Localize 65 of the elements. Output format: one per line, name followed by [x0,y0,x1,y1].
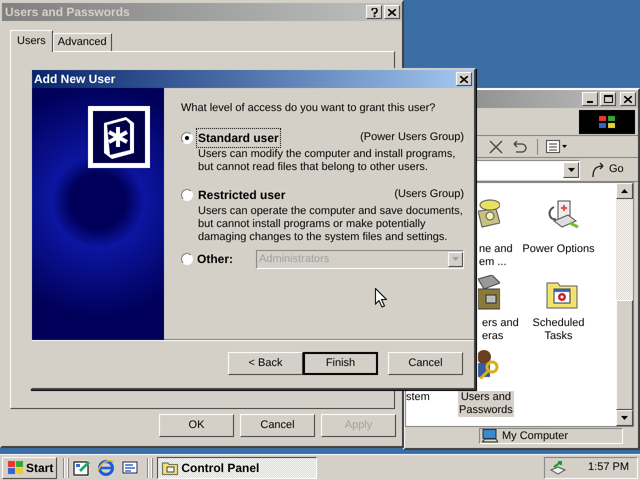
up-arrow-icon [621,189,628,193]
item-label[interactable]: ers and eras [481,317,520,343]
window-title: Users and Passwords [5,4,130,21]
status-text: My Computer [502,428,568,444]
option-description: Users can operate the computer and save documents, but cannot install programs or make potentially damaging changes to the system files and settings. [198,204,463,244]
dropdown-arrow-icon [568,168,574,172]
scanner-icon[interactable] [478,275,500,311]
item-label[interactable]: stem [405,391,431,404]
wizard-button[interactable]: Finish [303,352,378,375]
dialog-button[interactable]: OK [159,414,234,437]
key-icon [88,106,150,168]
scroll-down-button[interactable] [616,410,633,426]
item-label[interactable]: Users and Passwords [458,391,514,417]
minimize-button[interactable] [582,92,598,106]
delete-icon[interactable] [489,140,503,154]
cursor-icon [375,288,387,308]
help-button[interactable] [366,5,382,19]
group-text: (Power Users Group) [360,130,464,146]
tab[interactable]: Users [10,30,53,52]
down-arrow-icon [621,416,628,420]
dialog-button[interactable]: Cancel [240,414,315,437]
phone-icon[interactable] [478,199,500,229]
computer-icon [482,429,498,443]
address-field[interactable] [476,160,580,180]
go-button[interactable]: Go [588,160,627,180]
item-label[interactable]: ne and em ... [478,243,514,269]
close-icon [460,76,468,82]
folder-icon [162,460,178,474]
radio-button[interactable] [181,188,193,200]
desktop-icon[interactable] [73,458,92,476]
option-label[interactable]: Restricted user [197,186,286,204]
clock: 1:57 PM [588,460,629,476]
option-label[interactable]: Standard user [197,128,280,146]
logo-icon [579,110,635,134]
tab[interactable]: Advanced [52,33,112,51]
scrollbar[interactable] [616,183,633,426]
wizard-button[interactable]: Cancel [388,352,463,375]
dropdown-arrow-icon [452,257,459,261]
item-label[interactable]: Scheduled Tasks [521,317,596,343]
radio-button[interactable] [181,132,193,144]
taskbar-button[interactable]: Control Panel [157,456,318,478]
channels-icon[interactable] [121,458,140,476]
network-icon[interactable] [549,460,567,476]
close-icon [388,8,396,16]
scroll-thumb[interactable] [616,300,633,410]
item-label[interactable]: Power Options [521,243,596,256]
dropdown-button[interactable] [563,162,579,178]
browser-icon[interactable] [97,458,116,476]
users-icon[interactable] [478,347,500,379]
question-text: What level of access do you want to grant this user? [181,101,436,116]
windows-logo-icon [6,460,24,476]
close-button[interactable] [384,5,400,19]
start-button[interactable]: Start [2,456,58,478]
undo-icon[interactable] [511,140,527,152]
maximize-button[interactable] [600,92,616,106]
close-icon [624,96,632,102]
scroll-up-button[interactable] [616,183,633,199]
close-button[interactable] [456,72,472,86]
views-icon[interactable] [546,140,568,154]
option-description: Users can modify the computer and install programs, but cannot read files that belong to other users. [198,148,456,174]
question-mark-icon [370,8,378,16]
wizard-button[interactable]: < Back [228,352,303,375]
dialog-title: Add New User [34,71,116,88]
group-text: (Users Group) [394,187,464,202]
close-button[interactable] [620,92,636,106]
